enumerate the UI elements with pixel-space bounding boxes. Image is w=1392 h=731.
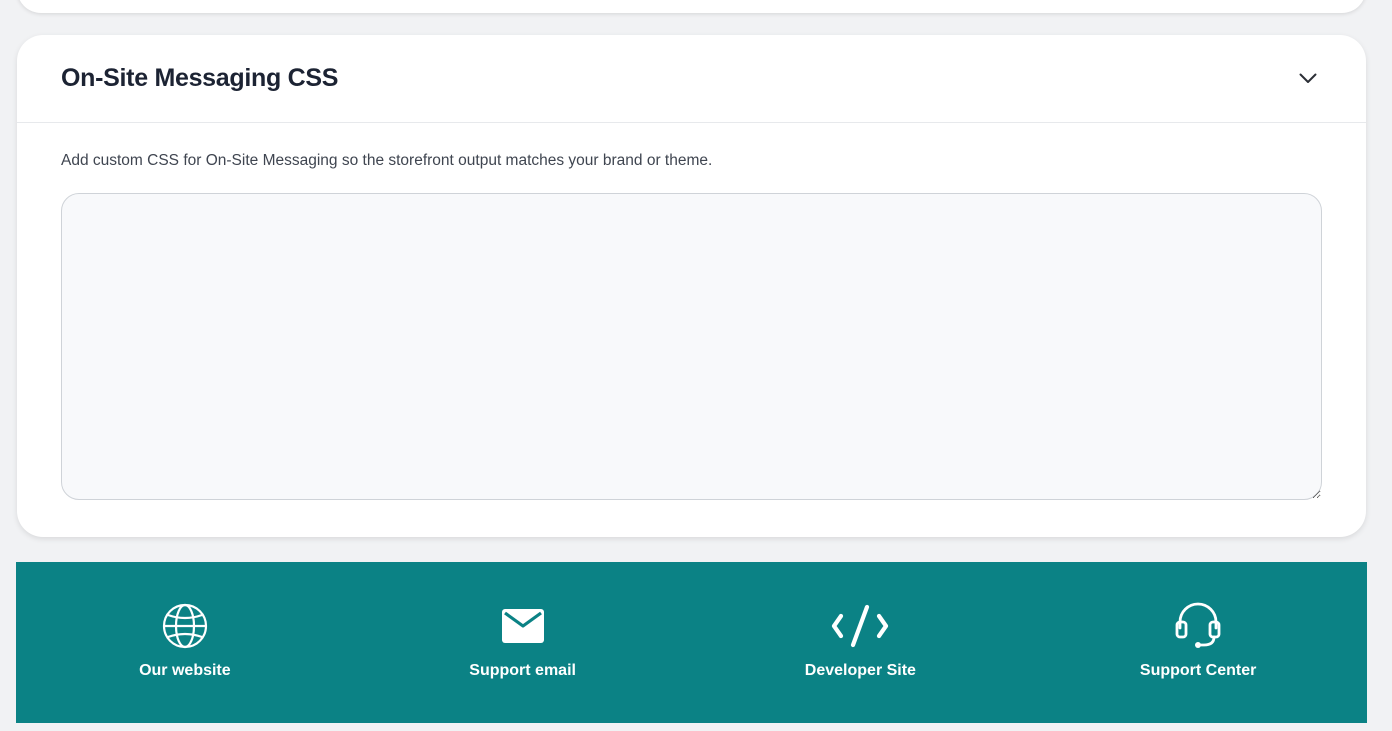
footer-label: Developer Site — [804, 662, 916, 679]
footer-link-developer-site[interactable]: Developer Site — [692, 562, 1030, 723]
globe-icon — [162, 602, 208, 650]
chevron-down-icon[interactable] — [1294, 65, 1322, 93]
footer: Our website Support email Developer Site — [16, 562, 1367, 723]
footer-label: Support email — [469, 662, 576, 679]
headset-icon — [1174, 602, 1222, 650]
card-header[interactable]: On-Site Messaging CSS — [17, 35, 1366, 123]
card-title: On-Site Messaging CSS — [61, 64, 339, 92]
footer-label: Our website — [139, 662, 231, 679]
onsite-messaging-css-card: On-Site Messaging CSS Add custom CSS for… — [17, 35, 1366, 537]
code-icon — [831, 602, 889, 650]
footer-link-our-website[interactable]: Our website — [16, 562, 354, 723]
previous-card-edge — [17, 0, 1366, 13]
footer-link-support-center[interactable]: Support Center — [1029, 562, 1367, 723]
footer-link-support-email[interactable]: Support email — [354, 562, 692, 723]
custom-css-textarea[interactable] — [61, 193, 1322, 500]
envelope-icon — [501, 602, 545, 650]
card-body: Add custom CSS for On-Site Messaging so … — [17, 123, 1366, 500]
footer-label: Support Center — [1139, 662, 1257, 679]
section-description: Add custom CSS for On-Site Messaging so … — [61, 152, 713, 169]
